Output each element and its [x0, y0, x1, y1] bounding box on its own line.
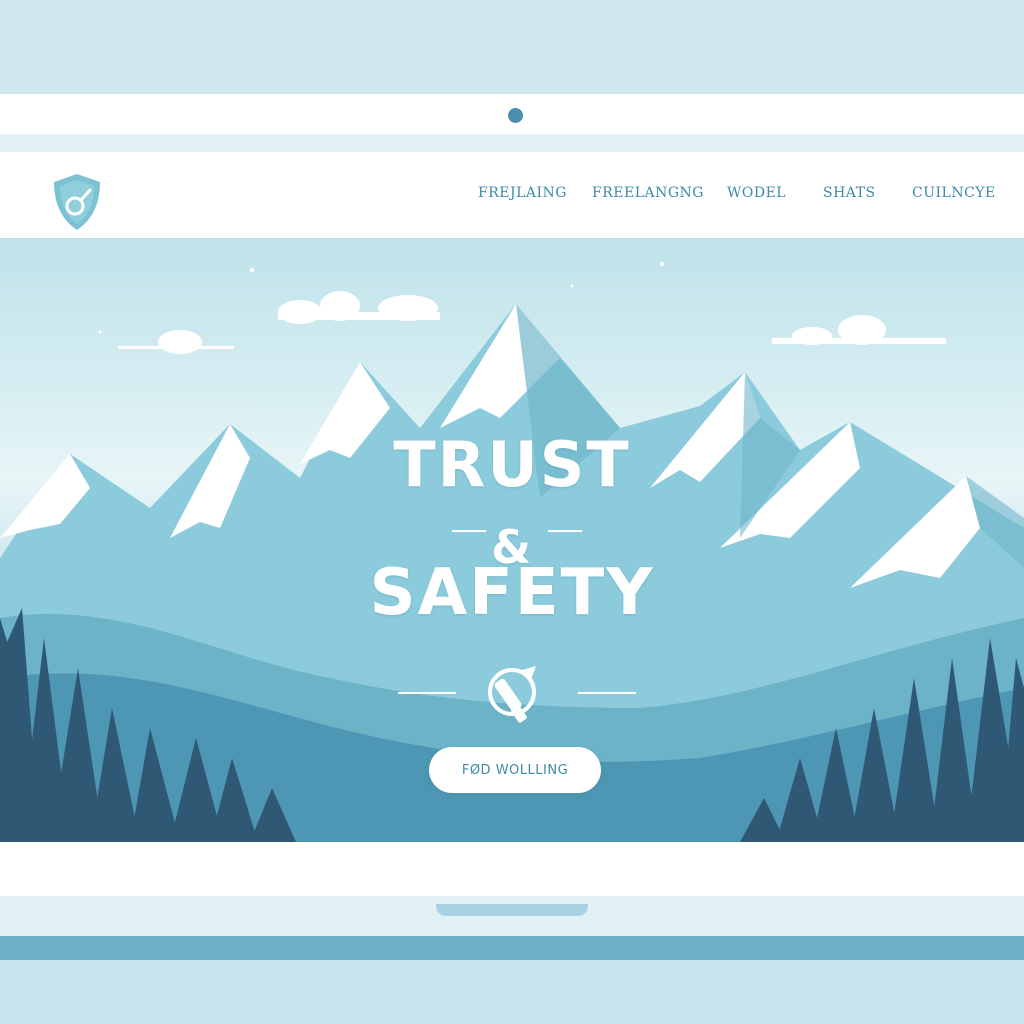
hero-section: TRUST & SAFETY FØD WOLLLING [0, 238, 1024, 842]
laptop-base [0, 896, 1024, 936]
hero-title-trust: TRUST [393, 428, 631, 501]
tool-emblem-icon [488, 666, 536, 723]
top-navigation: FREJLAING FREELANGNG WODEL SHATS CUILNCY… [0, 152, 1024, 238]
hero-title-safety: SAFETY [369, 556, 655, 630]
nav-link-3[interactable]: WODEL [727, 185, 786, 201]
nav-links: FREJLAING FREELANGNG WODEL SHATS CUILNCY… [0, 152, 1024, 238]
laptop-base-edge [0, 936, 1024, 960]
emblem-rule-right [578, 692, 636, 694]
nav-link-5[interactable]: CUILNCYE [912, 185, 996, 201]
desk-surface [0, 960, 1024, 1024]
nav-link-1[interactable]: FREJLAING [478, 185, 567, 201]
cta-button[interactable]: FØD WOLLLING [429, 747, 601, 793]
amp-rule-right [548, 530, 582, 532]
trackpad-notch [436, 904, 588, 916]
nav-link-4[interactable]: SHATS [823, 185, 876, 201]
nav-link-2[interactable]: FREELANGNG [592, 185, 704, 201]
webcam-dot [508, 108, 523, 123]
desk-background [0, 0, 1024, 86]
screen-bezel-bottom [0, 842, 1024, 896]
bezel-gap [0, 134, 1024, 152]
emblem-rule-left [398, 692, 456, 694]
